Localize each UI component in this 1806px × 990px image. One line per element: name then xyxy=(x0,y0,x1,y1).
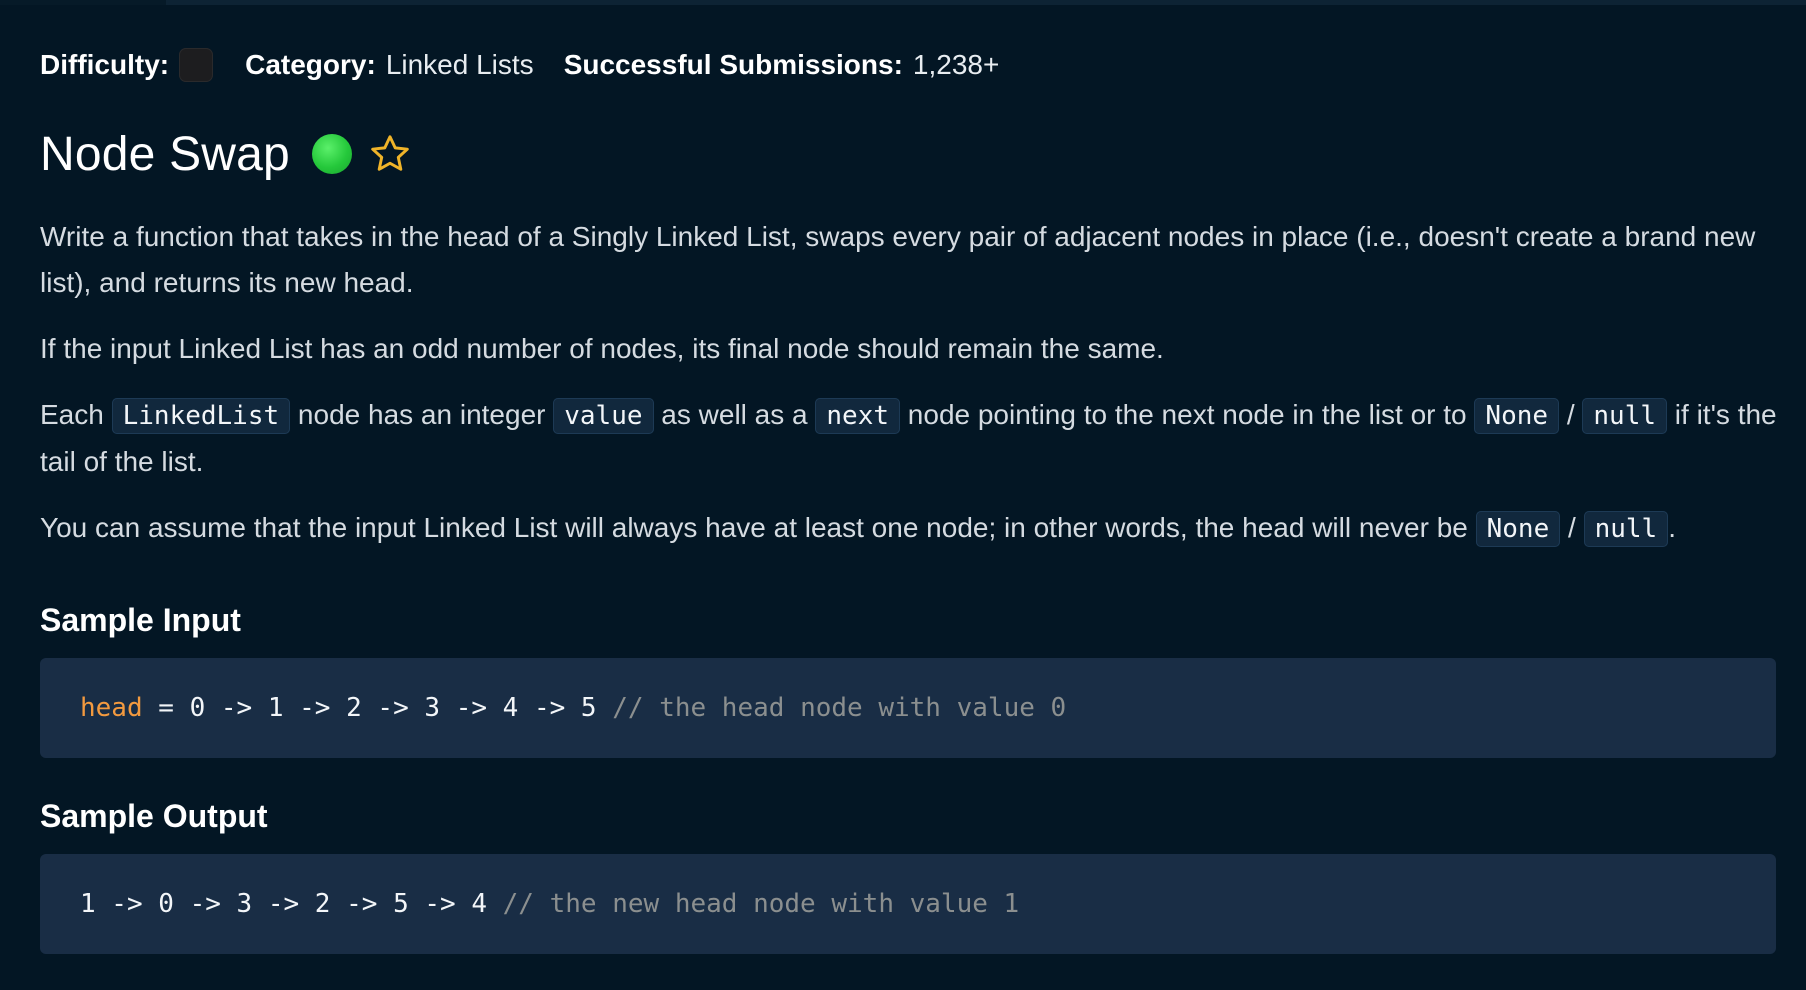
inline-code-none: None xyxy=(1474,398,1560,434)
inline-code-none: None xyxy=(1475,511,1561,547)
description-paragraph-2: If the input Linked List has an odd numb… xyxy=(40,333,1164,364)
code-comment: // the new head node with value 1 xyxy=(502,889,1020,919)
submissions-label: Successful Submissions: xyxy=(563,49,903,80)
inline-code-value: value xyxy=(553,398,654,434)
category-label: Category: xyxy=(245,49,376,80)
top-divider xyxy=(0,0,1806,5)
problem-panel: Difficulty: Category: Linked Lists Succe… xyxy=(40,42,1780,954)
submissions-value: 1,238+ xyxy=(912,49,1000,80)
code-text: 1 -> 0 -> 3 -> 2 -> 5 -> 4 xyxy=(80,889,503,919)
text-span: / xyxy=(1559,399,1583,430)
inline-code-linkedlist: LinkedList xyxy=(111,398,291,434)
description-paragraph-1: Write a function that takes in the head … xyxy=(40,221,1756,298)
text-span: Each xyxy=(40,399,112,430)
completion-status-icon xyxy=(311,134,352,174)
submissions-group: Successful Submissions: 1,238+ xyxy=(564,49,1000,81)
text-span: node has an integer xyxy=(290,399,554,430)
star-outline-icon xyxy=(371,135,409,171)
difficulty-indicator xyxy=(179,48,214,82)
difficulty-group: Difficulty: xyxy=(40,48,214,82)
problem-title: Node Swap xyxy=(40,127,290,181)
text-span: You can assume that the input Linked Lis… xyxy=(40,512,1476,543)
description-paragraph-3: Each LinkedList node has an integer valu… xyxy=(40,392,1780,485)
description-paragraph-4: You can assume that the input Linked Lis… xyxy=(40,505,1780,552)
text-span: node pointing to the next node in the li… xyxy=(900,399,1475,430)
difficulty-label: Difficulty: xyxy=(40,49,170,80)
code-variable: head xyxy=(80,693,143,723)
text-span: / xyxy=(1560,512,1584,543)
code-text: = 0 -> 1 -> 2 -> 3 -> 4 -> 5 xyxy=(142,693,613,723)
category-group: Category: Linked Lists xyxy=(245,49,534,81)
inline-code-next: next xyxy=(815,398,901,434)
sample-input-heading: Sample Input xyxy=(40,602,241,638)
favorite-star-icon[interactable] xyxy=(368,132,412,176)
sample-output-heading: Sample Output xyxy=(40,798,268,834)
title-row: Node Swap xyxy=(40,124,1780,184)
inline-code-null: null xyxy=(1583,511,1669,547)
code-comment: // the head node with value 0 xyxy=(612,693,1067,723)
inline-code-null: null xyxy=(1582,398,1668,434)
problem-description: Write a function that takes in the head … xyxy=(40,214,1780,552)
text-span: . xyxy=(1668,512,1676,543)
sample-input-code-block: head = 0 -> 1 -> 2 -> 3 -> 4 -> 5 // the… xyxy=(40,658,1776,758)
problem-meta-bar: Difficulty: Category: Linked Lists Succe… xyxy=(40,42,1780,88)
sample-output-code-block: 1 -> 0 -> 3 -> 2 -> 5 -> 4 // the new he… xyxy=(40,854,1776,954)
top-divider-accent xyxy=(0,0,166,5)
category-value: Linked Lists xyxy=(385,49,534,80)
text-span: as well as a xyxy=(653,399,816,430)
